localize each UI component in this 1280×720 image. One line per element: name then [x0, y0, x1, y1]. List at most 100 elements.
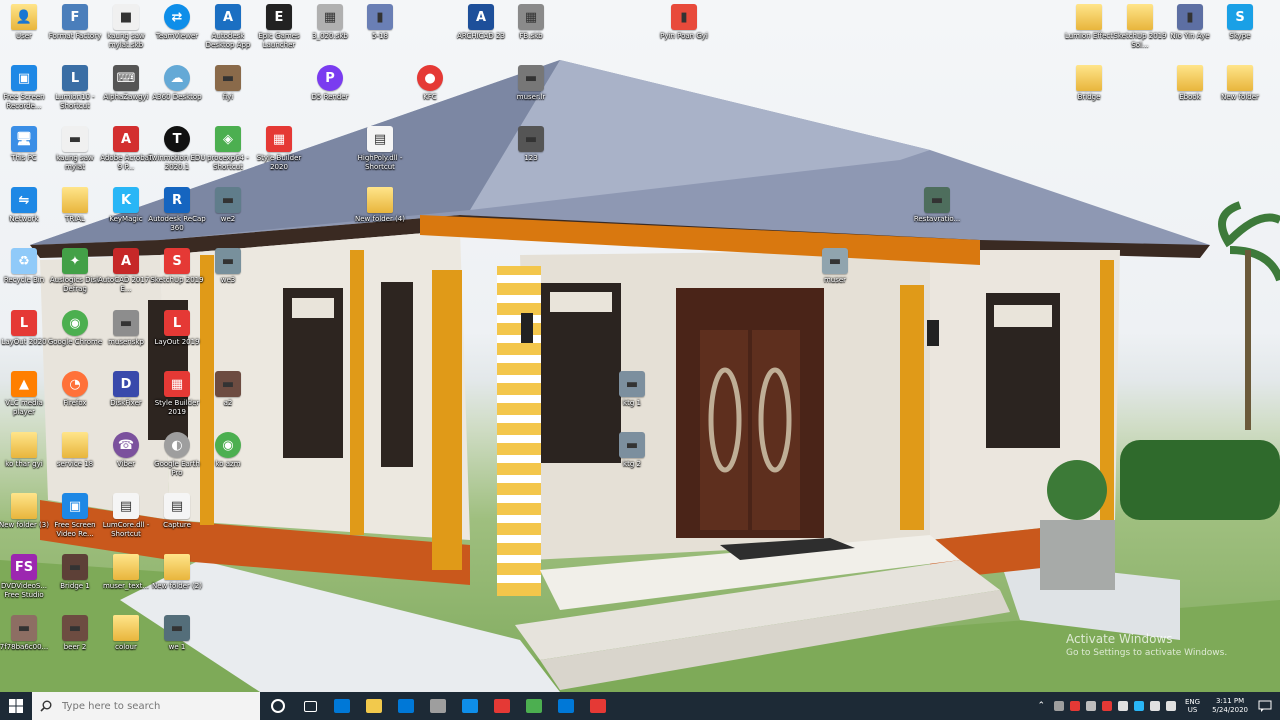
desktop-icon[interactable]: ▤ LumCore.dll - Shortcut	[99, 493, 153, 539]
desktop-icon[interactable]: ▤ HighPoly.dll - Shortcut	[353, 126, 407, 172]
desktop-icon[interactable]: D DiskFixer	[99, 371, 153, 408]
desktop-icon[interactable]: T Twinmotion EDU 2020.1	[149, 126, 205, 172]
desktop-icon[interactable]: ▣ Free Screen Video Re...	[48, 493, 102, 539]
desktop-icon[interactable]: S SketchUp 2019	[150, 248, 204, 285]
tray-overflow-chevron-icon[interactable]: ⌃	[1037, 701, 1045, 711]
desktop-icon[interactable]: ✦ Auslogics Disk Defrag	[48, 248, 102, 294]
desktop-icon[interactable]: ▬ we3	[201, 248, 255, 285]
desktop-icon[interactable]: ▦ FB.skb	[504, 4, 558, 41]
desktop-icon[interactable]: E Epic Games Launcher	[252, 4, 306, 50]
tray-network-icon[interactable]	[1150, 701, 1160, 711]
desktop-icon[interactable]: New folder (3)	[0, 493, 51, 530]
taskbar-file-explorer-button[interactable]	[358, 692, 390, 720]
desktop-icon[interactable]: ▦ Style Builder 2020	[252, 126, 306, 172]
desktop-icon[interactable]: ▬ ktg 1	[605, 371, 659, 408]
taskbar-mail-button[interactable]	[390, 692, 422, 720]
desktop-icon[interactable]: ▬ Bridge 1	[48, 554, 102, 591]
tray-app-icon[interactable]	[1086, 701, 1096, 711]
desktop-icon[interactable]: New folder (2)	[150, 554, 204, 591]
taskbar-app-gray-button[interactable]	[422, 692, 454, 720]
desktop-icon[interactable]: Lumion Effect	[1062, 4, 1116, 41]
desktop-icon[interactable]: F Format Factory	[48, 4, 102, 41]
desktop-icon[interactable]: ◉ ko azm	[201, 432, 255, 469]
desktop-icon[interactable]: ♻ Recycle Bin	[0, 248, 51, 285]
desktop-icon[interactable]: 👤 User	[0, 4, 51, 41]
desktop-icon[interactable]: K KeyMagic	[99, 187, 153, 224]
taskbar-cortana-button[interactable]	[262, 692, 294, 720]
desktop-icon[interactable]: ◉ Google Chrome	[48, 310, 102, 347]
desktop-icon[interactable]: ⌨ AlphaZawgyi	[99, 65, 153, 102]
desktop-icon[interactable]: Bridge	[1062, 65, 1116, 102]
desktop-icon[interactable]: ▲ VLC media player	[0, 371, 51, 417]
desktop-icon[interactable]: ▤ Capture	[150, 493, 204, 530]
desktop-icon[interactable]: ▬ beer 2	[48, 615, 102, 652]
desktop-icon[interactable]: R Autodesk ReCap 360	[148, 187, 206, 233]
desktop-icon[interactable]: A Adobe Acrobat 9 P...	[99, 126, 153, 172]
desktop-icon[interactable]: ◈ procexp64 - Shortcut	[201, 126, 255, 172]
language-indicator[interactable]: ENG US	[1185, 698, 1200, 714]
desktop-icon[interactable]: ▮ 5-18	[353, 4, 407, 41]
notification-icon[interactable]	[1258, 700, 1272, 712]
desktop-icon[interactable]: A AutoCAD 2017 - E...	[98, 248, 154, 294]
tray-sketchup-icon[interactable]	[1102, 701, 1112, 711]
desktop-icon[interactable]: New folder (4)	[353, 187, 407, 224]
desktop-icon[interactable]: ▬ ktg 2	[605, 432, 659, 469]
desktop-icon[interactable]: A ARCHICAD 23	[454, 4, 508, 41]
desktop-icon[interactable]: L LayOut 2019	[150, 310, 204, 347]
taskbar-store-button[interactable]	[326, 692, 358, 720]
desktop-icon[interactable]: ▦ Style Builder 2019	[150, 371, 204, 417]
tray-volume-icon[interactable]	[1166, 701, 1176, 711]
desktop-icon[interactable]: ▬ Restavratio...	[910, 187, 964, 224]
desktop-icon[interactable]: ▬ fiyi	[201, 65, 255, 102]
taskbar-photo-viewer-button[interactable]	[550, 692, 582, 720]
desktop-icon[interactable]: New folder	[1213, 65, 1267, 102]
desktop-icon[interactable]: ▬ a2	[201, 371, 255, 408]
desktop-icon[interactable]: ▬ we2	[201, 187, 255, 224]
tray-dropbox-icon[interactable]	[1118, 701, 1128, 711]
taskbar-chrome-button[interactable]	[518, 692, 550, 720]
desktop-icon[interactable]: colour	[99, 615, 153, 652]
desktop-icon[interactable]: Ebook	[1163, 65, 1217, 102]
start-button[interactable]	[0, 692, 32, 720]
search-input[interactable]	[60, 699, 244, 713]
desktop-icon[interactable]: S Skype	[1213, 4, 1267, 41]
taskbar-clock[interactable]: 3:11 PM 5/24/2020	[1212, 697, 1248, 715]
desktop-icon[interactable]: ⇄ TeamViewer	[150, 4, 204, 41]
desktop-icon[interactable]: SketchUp 2019 Sol...	[1113, 4, 1167, 50]
desktop-icon[interactable]: FS DVDVideoS... Free Studio	[0, 554, 51, 600]
desktop-icon[interactable]: ◐ Google Earth Pro	[150, 432, 204, 478]
desktop-icon[interactable]: ☁ A360 Desktop	[150, 65, 204, 102]
desktop-icon[interactable]: ▬ 7f78ba6c00...	[0, 615, 51, 652]
desktop-icon[interactable]: ◔ Firefox	[48, 371, 102, 408]
tray-app-icon[interactable]	[1134, 701, 1144, 711]
desktop-icon[interactable]: ▬ musenskp	[99, 310, 153, 347]
taskbar-app-red-button[interactable]	[486, 692, 518, 720]
desktop-icon[interactable]: A Autodesk Desktop App	[201, 4, 255, 50]
desktop-icon[interactable]: service 18	[48, 432, 102, 469]
taskbar-search-box[interactable]	[32, 692, 260, 720]
desktop-icon[interactable]: ▮ Nio Yin Aye	[1163, 4, 1217, 41]
desktop-icon[interactable]: 🖥 This PC	[0, 126, 51, 163]
desktop-icon[interactable]: ▮ Pyin Poan Gyi	[657, 4, 711, 41]
taskbar-task-view-button[interactable]	[294, 692, 326, 720]
taskbar-teamviewer-button[interactable]	[454, 692, 486, 720]
tray-record-icon[interactable]	[1070, 701, 1080, 711]
desktop-icon[interactable]: ko thar gyi	[0, 432, 51, 469]
desktop-icon[interactable]: ▬ muser.lr	[504, 65, 558, 102]
desktop-icon[interactable]: P D5 Render	[303, 65, 357, 102]
desktop-icon[interactable]: TRIAL	[48, 187, 102, 224]
desktop-icon[interactable]: ▣ Free Screen Recorde...	[0, 65, 51, 111]
desktop-icon[interactable]: L Lumion10 - Shortcut	[48, 65, 102, 111]
desktop-icon[interactable]: ☎ Viber	[99, 432, 153, 469]
desktop-icon[interactable]: ▦ 3_020.skb	[303, 4, 357, 41]
desktop-icon[interactable]: ▬ muser	[808, 248, 862, 285]
desktop-icon[interactable]: ■ kaung saw mylat.skb	[99, 4, 153, 50]
desktop-icon[interactable]: ▬ kaung saw mylat	[48, 126, 102, 172]
desktop-icon[interactable]: L LayOut 2020	[0, 310, 51, 347]
tray-app-icon[interactable]	[1054, 701, 1064, 711]
taskbar-sketchup-button[interactable]	[582, 692, 614, 720]
desktop-icon[interactable]: ▬ 123	[504, 126, 558, 163]
desktop-icon[interactable]: ▬ we 1	[150, 615, 204, 652]
desktop-icon[interactable]: muser_text...	[99, 554, 153, 591]
desktop-icon[interactable]: ● KFC	[403, 65, 457, 102]
